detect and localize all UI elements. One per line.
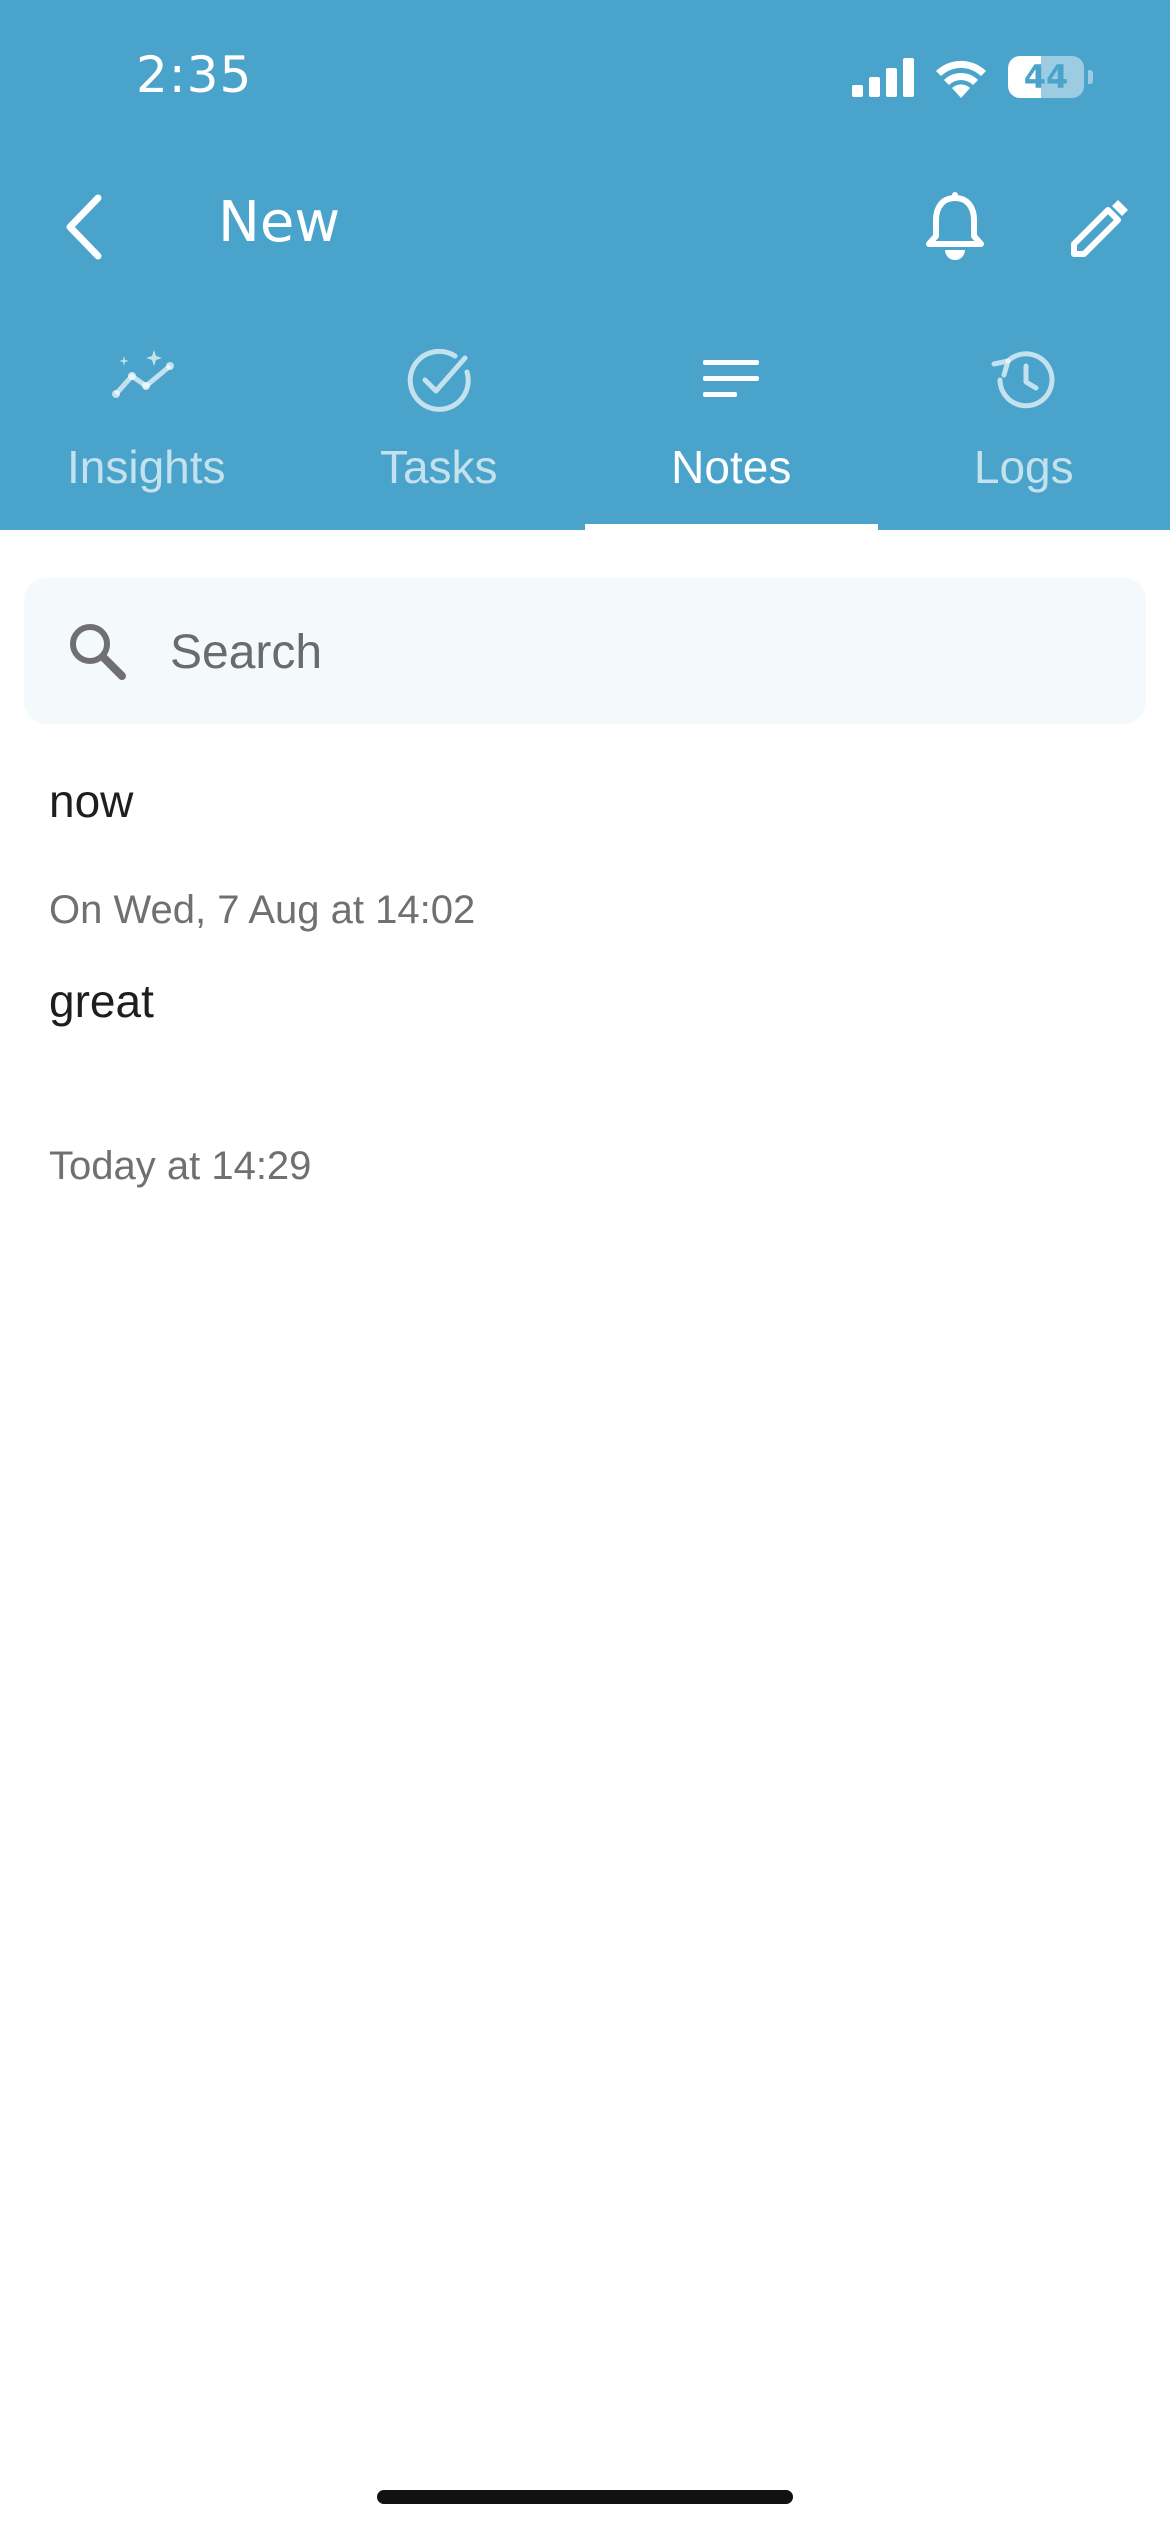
cellular-signal-icon xyxy=(852,58,914,97)
search-icon xyxy=(70,624,126,680)
note-timestamp: Today at 14:29 xyxy=(49,1144,312,1188)
battery-icon: 44 xyxy=(1008,56,1093,98)
status-time: 2:35 xyxy=(136,46,253,104)
tab-tasks[interactable]: Tasks xyxy=(293,330,586,530)
app-header: 2:35 44 New Insights Tasks Notes Logs xyxy=(0,0,1170,530)
note-text: great xyxy=(49,975,154,1027)
back-chevron-icon[interactable] xyxy=(58,192,110,262)
wifi-icon xyxy=(936,60,986,98)
status-bar: 2:35 44 xyxy=(0,0,1170,150)
notes-lines-icon xyxy=(703,360,760,397)
tab-label: Insights xyxy=(66,441,226,493)
note-text: now xyxy=(49,775,134,827)
note-timestamp: On Wed, 7 Aug at 14:02 xyxy=(49,888,476,932)
tab-label: Logs xyxy=(973,441,1074,493)
history-icon xyxy=(991,351,1055,409)
bell-icon[interactable] xyxy=(922,192,988,262)
edit-pencil-icon[interactable] xyxy=(1066,194,1132,260)
home-indicator xyxy=(377,2490,793,2504)
search-bar[interactable] xyxy=(24,578,1146,724)
tab-notes[interactable]: Notes xyxy=(585,330,878,530)
insights-icon xyxy=(112,350,175,398)
active-tab-indicator xyxy=(585,524,878,530)
search-input[interactable] xyxy=(168,608,1112,696)
tab-logs[interactable]: Logs xyxy=(878,330,1170,530)
battery-percentage: 44 xyxy=(1023,58,1069,96)
page-title: New xyxy=(218,190,341,255)
tab-insights[interactable]: Insights xyxy=(0,330,293,530)
tab-label: Tasks xyxy=(379,441,498,493)
tab-bar: Insights Tasks Notes Logs xyxy=(0,330,1170,530)
navigation-bar: New xyxy=(0,170,1170,280)
tab-label: Notes xyxy=(671,441,792,493)
check-circle-icon xyxy=(407,348,471,412)
